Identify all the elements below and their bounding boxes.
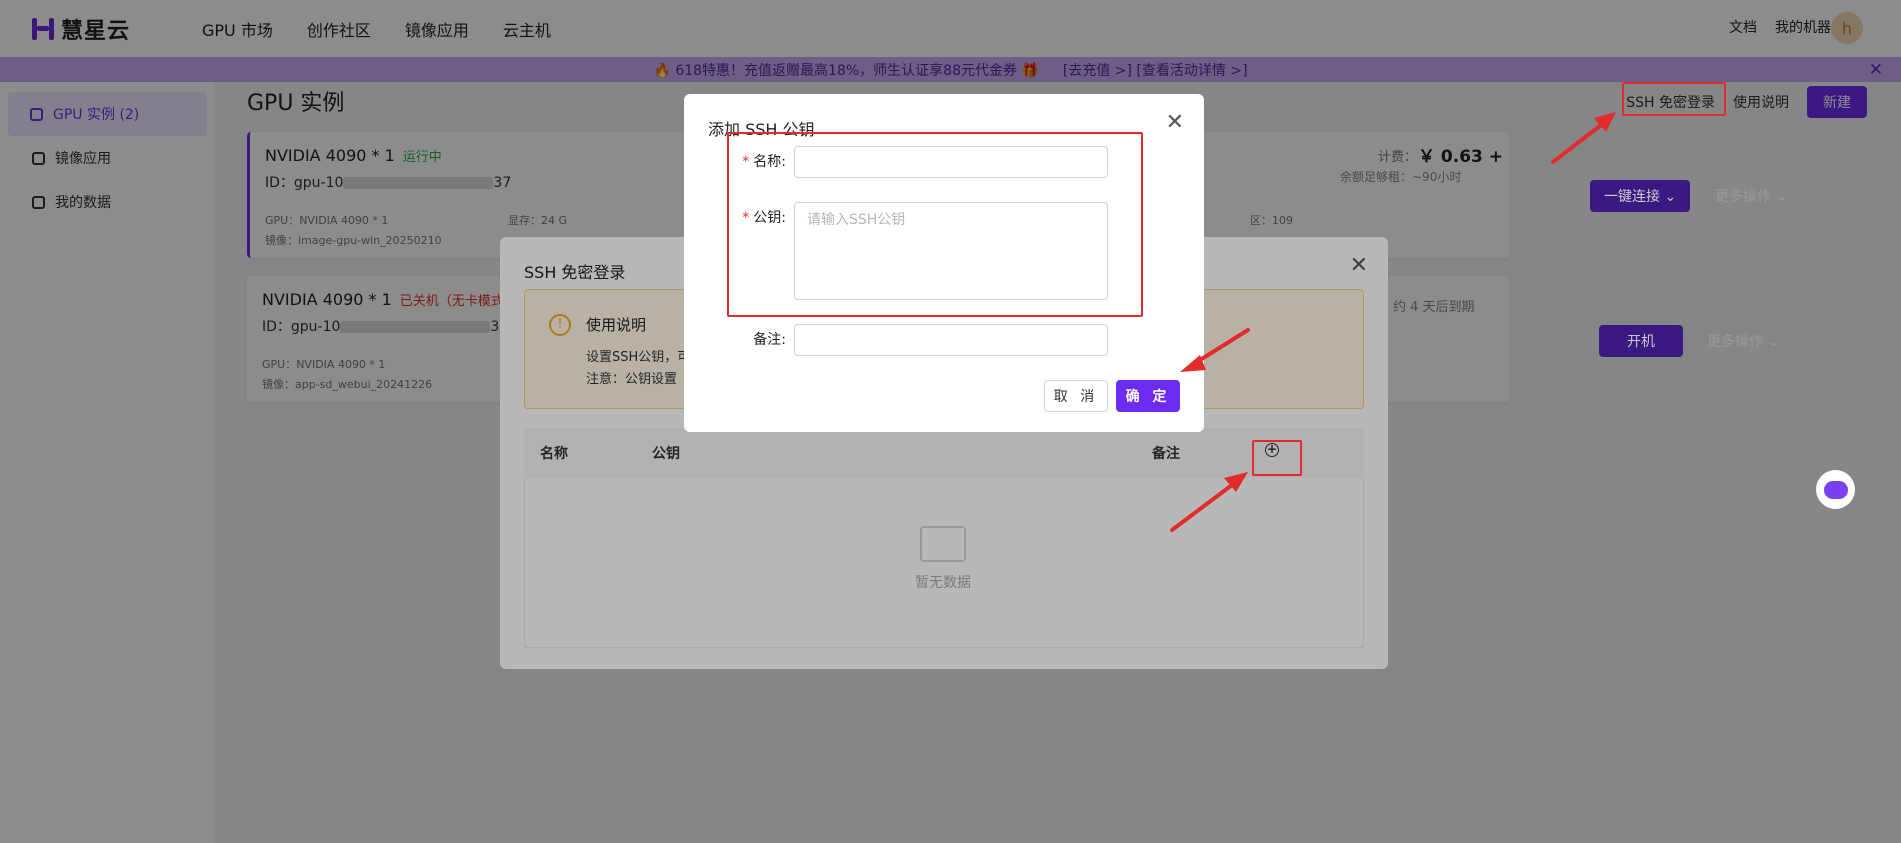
wechat-chat-button[interactable] (1816, 470, 1855, 509)
chat-icon (1823, 480, 1848, 499)
annotation-arrows (1170, 112, 1616, 532)
